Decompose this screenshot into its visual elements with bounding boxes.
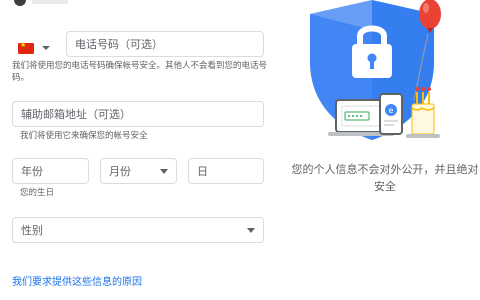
birth-month-placeholder: 月份 [109, 165, 131, 178]
privacy-illustration: e [310, 0, 441, 140]
top-partial-bar [32, 0, 68, 4]
birthday-hint: 您的生日 [20, 188, 55, 198]
dropdown-arrow-icon [247, 227, 255, 233]
gender-select[interactable]: 性别 [12, 217, 264, 243]
china-flag-icon [18, 41, 34, 54]
birth-day-placeholder: 日 [197, 165, 208, 178]
svg-text:e: e [389, 106, 394, 115]
phone-placeholder: 电话号码（可选） [75, 38, 163, 51]
privacy-caption: 您的个人信息不会对外公开，并且绝对安全 [291, 163, 479, 193]
birth-day-input[interactable]: 日 [188, 158, 264, 184]
top-partial-icon [14, 0, 26, 6]
phone-device-icon: e [379, 93, 403, 135]
birth-year-placeholder: 年份 [21, 165, 43, 178]
recovery-email-hint: 我们将使用它来确保您的帐号安全 [20, 131, 148, 141]
phone-hint: 我们将使用您的电话号码确保帐号安全。其他人不会看到您的电话号码。 [12, 61, 268, 83]
birth-year-input[interactable]: 年份 [12, 158, 89, 184]
recovery-email-input[interactable]: 辅助邮箱地址（可选） [12, 101, 264, 127]
birth-month-select[interactable]: 月份 [100, 158, 177, 184]
recovery-email-placeholder: 辅助邮箱地址（可选） [21, 108, 131, 121]
phone-input[interactable]: 电话号码（可选） [66, 31, 264, 57]
country-select[interactable] [18, 38, 60, 58]
why-we-ask-link[interactable]: 我们要求提供这些信息的原因 [12, 273, 142, 288]
chevron-down-icon [42, 46, 50, 50]
gender-placeholder: 性别 [21, 224, 43, 237]
dropdown-arrow-icon [160, 168, 168, 174]
